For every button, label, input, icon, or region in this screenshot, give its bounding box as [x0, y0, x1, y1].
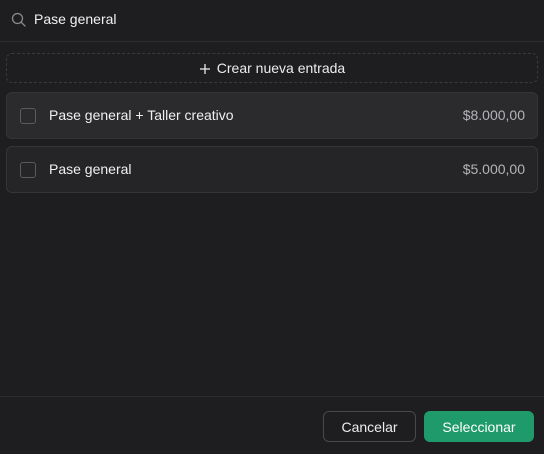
item-checkbox[interactable] — [20, 108, 36, 124]
select-button[interactable]: Seleccionar — [424, 411, 534, 442]
item-price: $8.000,00 — [462, 107, 525, 123]
search-bar — [0, 0, 544, 42]
search-icon — [11, 12, 27, 28]
create-new-entry-button[interactable]: Crear nueva entrada — [6, 53, 538, 83]
ticket-selector-dialog: Crear nueva entrada Pase general + Talle… — [0, 0, 544, 454]
item-checkbox[interactable] — [20, 162, 36, 178]
list-item[interactable]: Pase general + Taller creativo $8.000,00 — [6, 92, 538, 139]
item-price: $5.000,00 — [462, 161, 525, 177]
item-label: Pase general — [49, 161, 132, 177]
dialog-footer: Cancelar Seleccionar — [0, 396, 544, 454]
search-input[interactable] — [34, 8, 524, 30]
item-label: Pase general + Taller creativo — [49, 107, 234, 123]
plus-icon — [199, 62, 211, 74]
cancel-button[interactable]: Cancelar — [323, 411, 416, 442]
list-item[interactable]: Pase general $5.000,00 — [6, 146, 538, 193]
create-new-entry-label: Crear nueva entrada — [216, 60, 346, 76]
